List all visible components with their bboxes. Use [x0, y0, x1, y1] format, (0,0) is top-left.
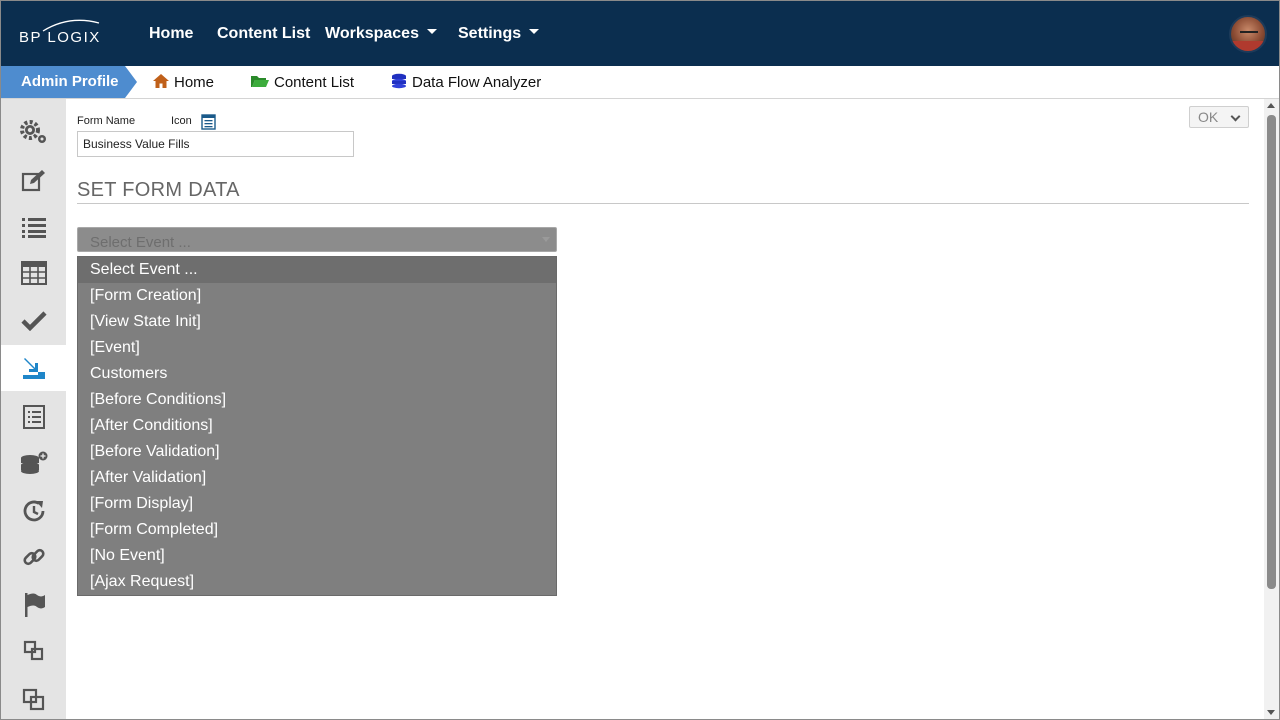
list-icon [21, 218, 46, 238]
main-content: Form Name Icon Business Value Fills OK S… [66, 99, 1266, 719]
event-option[interactable]: [Form Completed] [78, 517, 556, 543]
nav-workspaces-label: Workspaces [325, 25, 419, 42]
event-option[interactable]: [After Conditions] [78, 413, 556, 439]
sidebar-item-edit[interactable] [1, 158, 66, 204]
avatar-glasses [1240, 31, 1258, 36]
sidebar-item-settings[interactable] [1, 109, 66, 155]
form-name-field[interactable]: Business Value Fills [77, 131, 354, 157]
form-icon-picker[interactable] [201, 114, 216, 130]
nav-workspaces[interactable]: Workspaces [325, 25, 437, 43]
nav-settings[interactable]: Settings [458, 25, 540, 43]
document-list-icon [22, 405, 45, 429]
event-option[interactable]: [Event] [78, 335, 556, 361]
left-sidebar [1, 99, 66, 719]
scrollbar-thumb[interactable] [1267, 115, 1276, 589]
folder-open-icon [251, 76, 269, 87]
table-icon [20, 261, 47, 285]
event-select[interactable]: Select Event ... [77, 227, 557, 252]
breadcrumb-content-list[interactable]: Content List [250, 73, 354, 91]
chevron-down-icon [529, 29, 540, 35]
sidebar-item-copy[interactable] [1, 677, 66, 719]
event-option[interactable]: [View State Init] [78, 309, 556, 335]
vertical-scrollbar[interactable] [1264, 99, 1279, 719]
event-option[interactable]: [Form Display] [78, 491, 556, 517]
top-nav-bar: BP LOGIX Home Content List Workspaces Se… [1, 1, 1279, 66]
avatar-shirt [1231, 41, 1265, 51]
breadcrumb-content-list-label: Content List [274, 74, 355, 91]
chevron-down-icon [426, 29, 437, 35]
event-option[interactable]: Select Event ... [78, 257, 556, 283]
chevron-down-icon [1230, 111, 1241, 122]
event-option[interactable]: [Before Validation] [78, 439, 556, 465]
copy-layers-icon [22, 688, 44, 711]
sidebar-item-set-form-data[interactable] [1, 345, 66, 391]
event-option[interactable]: [After Validation] [78, 465, 556, 491]
sidebar-item-forward[interactable] [1, 628, 66, 674]
event-option[interactable]: [No Event] [78, 543, 556, 569]
sidebar-item-history[interactable] [1, 488, 66, 534]
gears-icon [19, 120, 46, 143]
event-option[interactable]: [Form Creation] [78, 283, 556, 309]
edit-icon [21, 170, 45, 192]
breadcrumb-home[interactable]: Home [152, 73, 214, 91]
database-add-icon [20, 451, 47, 474]
event-option[interactable]: [Before Conditions] [78, 387, 556, 413]
set-form-data-icon [22, 358, 45, 379]
refresh-clock-icon [23, 500, 44, 522]
home-icon [153, 74, 169, 88]
sidebar-item-approve[interactable] [1, 298, 66, 344]
event-option[interactable]: [Ajax Request] [78, 569, 556, 595]
event-select-value: Select Event ... [90, 234, 191, 251]
sidebar-item-flags[interactable] [1, 582, 66, 628]
scroll-up-arrow-icon[interactable] [1267, 103, 1275, 108]
bplogix-logo[interactable]: BP LOGIX [19, 19, 109, 49]
scroll-down-arrow-icon[interactable] [1267, 710, 1275, 715]
check-icon [20, 311, 47, 331]
sidebar-item-documents[interactable] [1, 394, 66, 440]
icon-label: Icon [171, 115, 192, 127]
link-icon [22, 548, 45, 566]
ok-button[interactable]: OK [1189, 106, 1249, 128]
logo-text: BP LOGIX [19, 29, 101, 46]
flag-icon [24, 593, 45, 617]
section-divider [77, 203, 1249, 204]
sidebar-item-database[interactable] [1, 441, 66, 487]
breadcrumb-data-flow-analyzer[interactable]: Data Flow Analyzer [390, 73, 541, 91]
section-title: SET FORM DATA [77, 179, 240, 201]
breadcrumb-home-label: Home [174, 74, 215, 91]
nav-content-list[interactable]: Content List [217, 25, 310, 43]
event-dropdown-list: Select Event ... [Form Creation] [View S… [77, 256, 557, 596]
sidebar-item-links[interactable] [1, 534, 66, 580]
sidebar-item-list[interactable] [1, 204, 66, 250]
breadcrumb: Admin Profile Home Content List Data Flo… [1, 66, 1279, 99]
breadcrumb-data-flow-label: Data Flow Analyzer [412, 74, 542, 91]
event-option[interactable]: Customers [78, 361, 556, 387]
sidebar-item-table[interactable] [1, 250, 66, 296]
user-avatar[interactable] [1229, 15, 1267, 53]
nav-home[interactable]: Home [149, 25, 193, 43]
breadcrumb-admin-profile[interactable]: Admin Profile [1, 66, 137, 98]
nav-settings-label: Settings [458, 25, 522, 42]
form-name-label: Form Name [77, 115, 136, 127]
chevron-down-icon [542, 237, 550, 242]
ok-button-label: OK [1198, 109, 1219, 125]
database-icon [392, 73, 406, 89]
forward-layers-icon [23, 640, 43, 661]
app-window: BP LOGIX Home Content List Workspaces Se… [0, 0, 1280, 720]
